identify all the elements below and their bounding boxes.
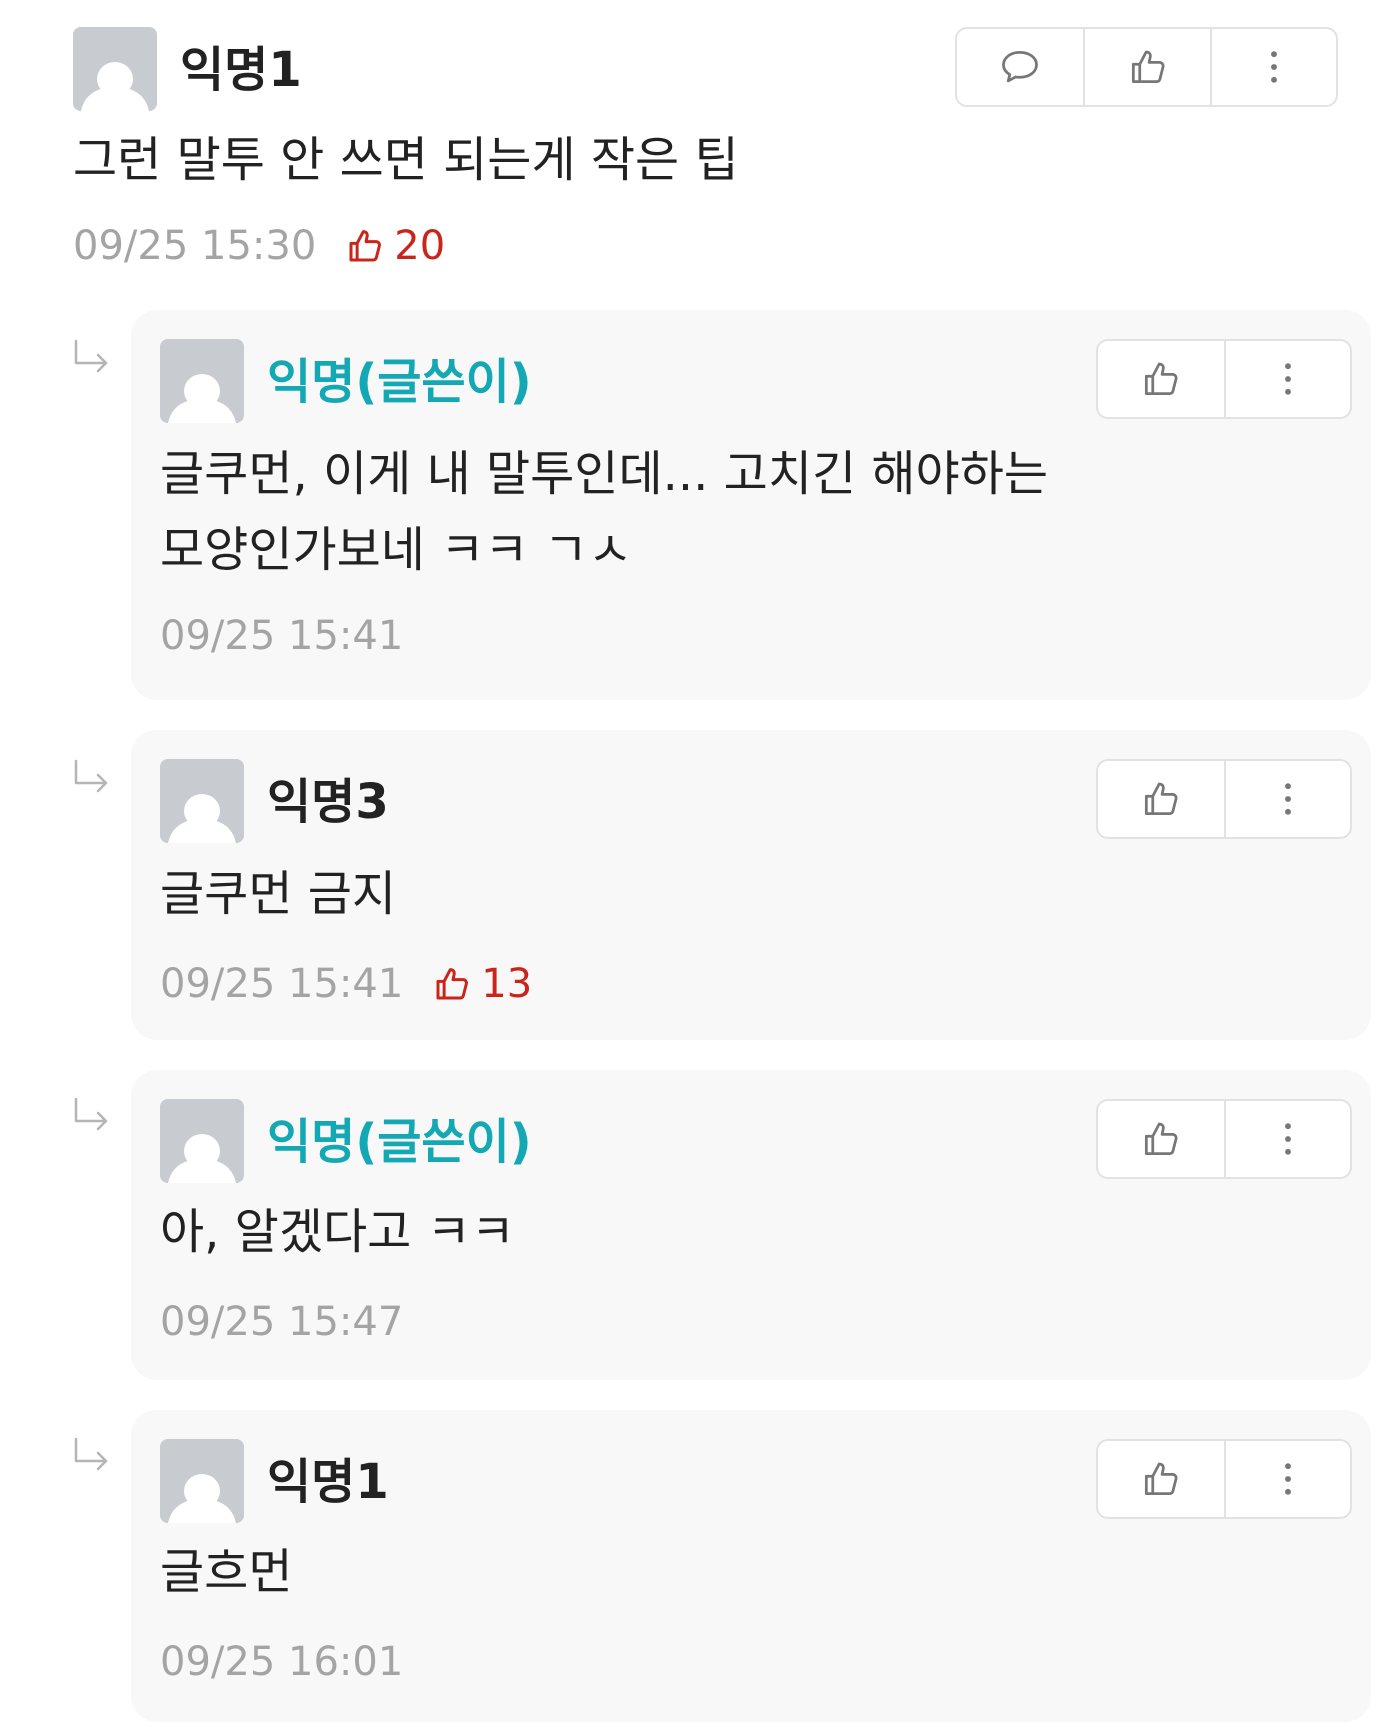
- default-profile-icon: [160, 339, 244, 423]
- comment-actions: [955, 27, 1338, 107]
- reply-text-line: 모양인가보네 ㅋㅋ ㄱㅅ: [160, 522, 633, 578]
- reply: 익명1 글흐먼 09/25 16:01: [131, 1410, 1371, 1722]
- reply-button[interactable]: [957, 29, 1083, 105]
- like-button[interactable]: [1098, 1101, 1224, 1177]
- reply-author[interactable]: 익명1: [267, 1454, 389, 1510]
- reply-text-line: 아, 알겠다고 ㅋㅋ: [160, 1204, 515, 1260]
- like-button[interactable]: [1098, 1441, 1224, 1517]
- more-button[interactable]: [1223, 1441, 1350, 1517]
- thumbs-up-icon: [1131, 50, 1165, 84]
- avatar: [160, 339, 244, 423]
- like-button[interactable]: [1083, 29, 1209, 105]
- more-vertical-icon: [1285, 363, 1291, 395]
- reply-meta: 09/25 16:01: [160, 1634, 403, 1690]
- avatar: [160, 759, 244, 843]
- more-vertical-icon: [1285, 1123, 1291, 1155]
- reply: 익명(글쓴이) 아, 알겠다고 ㅋㅋ 09/25 15:47: [131, 1070, 1371, 1380]
- thumbs-up-icon: [1144, 1462, 1178, 1496]
- reply-actions: [1096, 1439, 1352, 1519]
- more-vertical-icon: [1285, 1463, 1291, 1495]
- comment-icon: [1002, 50, 1039, 83]
- avatar: [73, 27, 157, 111]
- reply-author[interactable]: 익명(글쓴이): [267, 1114, 532, 1170]
- timestamp: 09/25 15:41: [160, 613, 404, 659]
- more-button[interactable]: [1209, 29, 1336, 105]
- reply-text-line: 글쿠먼 금지: [160, 866, 397, 922]
- like-count-value: 13: [481, 961, 533, 1007]
- like-count-value: 20: [394, 223, 446, 269]
- reply-actions: [1096, 1099, 1352, 1179]
- timestamp: 09/25 15:30: [73, 223, 317, 269]
- comment-author[interactable]: 익명1: [180, 42, 302, 98]
- reply-arrow-icon: [74, 339, 108, 373]
- thumbs-up-icon: [1144, 362, 1178, 396]
- reply-meta: 09/25 15:41 13: [160, 956, 532, 1012]
- comment-meta: 09/25 15:30 20: [73, 218, 445, 274]
- reply-arrow-icon: [74, 1437, 108, 1471]
- default-profile-icon: [160, 1439, 244, 1523]
- reply-actions: [1096, 759, 1352, 839]
- more-vertical-icon: [1270, 51, 1277, 83]
- thumbs-up-icon: [436, 968, 469, 1000]
- more-button[interactable]: [1223, 1101, 1350, 1177]
- reply: 익명(글쓴이) 글쿠먼, 이게 내 말투인데... 고치긴 해야하는 모양인가보…: [131, 310, 1371, 700]
- more-button[interactable]: [1223, 341, 1350, 417]
- like-count: 13: [431, 961, 532, 1007]
- default-profile-icon: [160, 1099, 244, 1183]
- reply-arrow-icon: [74, 1097, 108, 1131]
- reply-meta: 09/25 15:47: [160, 1294, 403, 1350]
- default-profile-icon: [73, 27, 157, 111]
- reply: 익명3 글쿠먼 금지 09/25 15:41 13: [131, 730, 1371, 1040]
- thumbs-up-icon: [1144, 782, 1178, 816]
- like-button[interactable]: [1098, 761, 1224, 837]
- reply-author[interactable]: 익명3: [267, 774, 389, 830]
- default-profile-icon: [160, 759, 244, 843]
- avatar: [160, 1099, 244, 1183]
- more-vertical-icon: [1285, 783, 1291, 815]
- like-count: 20: [344, 223, 445, 269]
- comment-text: 그런 말투 안 쓰면 되는게 작은 팁: [73, 132, 739, 188]
- reply-actions: [1096, 339, 1352, 419]
- timestamp: 09/25 15:41: [160, 961, 404, 1007]
- thumbs-up-icon: [1144, 1122, 1178, 1156]
- more-button[interactable]: [1223, 761, 1350, 837]
- avatar: [160, 1439, 244, 1523]
- reply-text-line: 글흐먼: [160, 1544, 293, 1600]
- reply-text-line: 글쿠먼, 이게 내 말투인데... 고치긴 해야하는: [160, 446, 1049, 502]
- reply-meta: 09/25 15:41: [160, 608, 403, 664]
- reply-author[interactable]: 익명(글쓴이): [267, 354, 532, 410]
- timestamp: 09/25 15:47: [160, 1299, 404, 1345]
- like-button[interactable]: [1098, 341, 1224, 417]
- timestamp: 09/25 16:01: [160, 1639, 404, 1685]
- thumbs-up-icon: [349, 230, 382, 262]
- reply-arrow-icon: [74, 759, 108, 793]
